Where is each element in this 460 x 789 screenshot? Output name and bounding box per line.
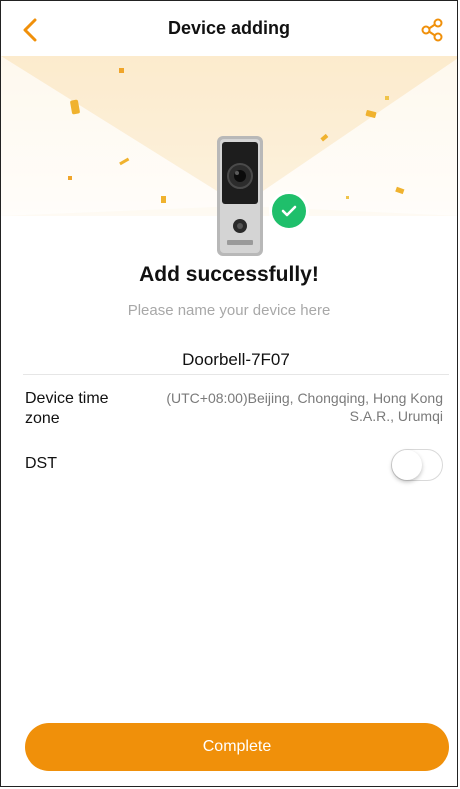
nav-header: Device adding [1,1,457,59]
app-screen: Device adding Add successfully! Please n… [0,0,458,787]
checkmark-icon [281,205,297,217]
dst-label: DST [25,455,57,472]
name-hint: Please name your device here [127,302,331,319]
page-title: Device adding [167,18,291,38]
device-name-input[interactable] [23,331,449,375]
success-message: Add successfully! [139,263,319,286]
doorbell-device-image [215,136,265,256]
toggle-knob [392,450,422,480]
time-zone-value: (UTC+08:00)Beijing, Chongqing, Hong Kong… [166,390,443,424]
time-zone-row[interactable]: Device time zone (UTC+08:00)Beijing, Cho… [25,387,443,435]
complete-button[interactable]: Complete [25,723,449,771]
success-badge [269,191,309,231]
dst-row: DST [25,449,443,481]
time-zone-label: Device time zone [25,390,109,427]
dst-toggle[interactable] [391,449,443,481]
share-icon [421,18,443,42]
share-button[interactable] [417,15,447,45]
